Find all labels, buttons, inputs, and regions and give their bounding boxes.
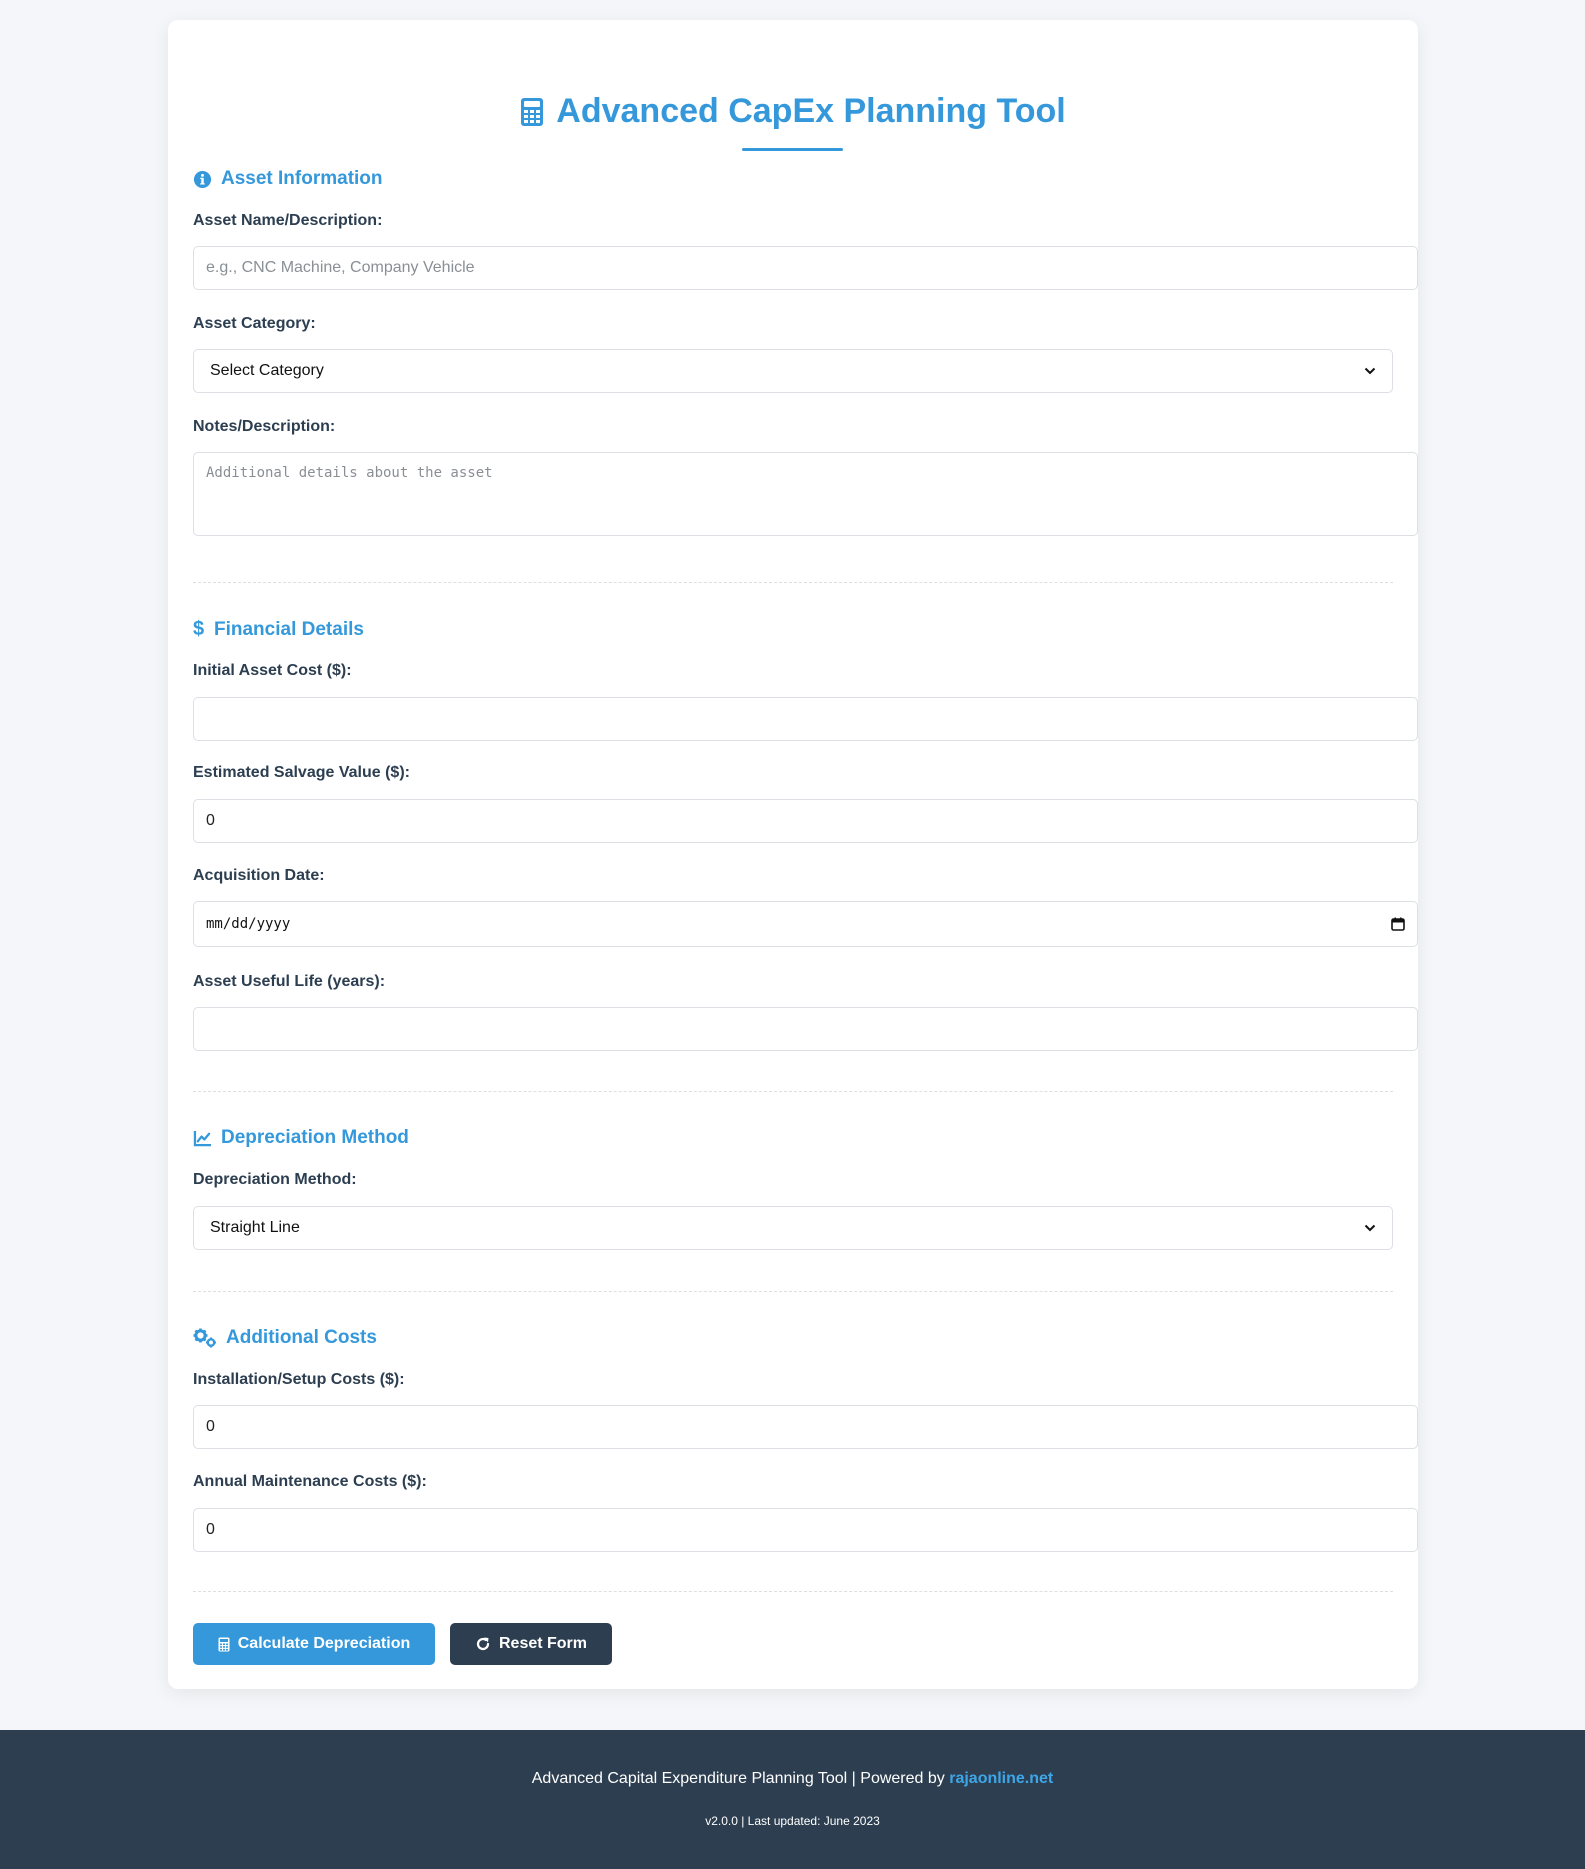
- reset-button-label: Reset Form: [498, 1635, 588, 1652]
- info-circle-icon: [193, 170, 212, 189]
- chevron-down-icon: [1364, 367, 1376, 375]
- asset-category-select[interactable]: Select Category: [193, 349, 1393, 393]
- form-card: Advanced CapEx Planning Tool Asset Infor…: [168, 20, 1418, 1689]
- maintenance-costs-input[interactable]: 0: [193, 1508, 1418, 1552]
- acquisition-date-input[interactable]: mm/dd/yyyy: [193, 901, 1418, 947]
- installation-costs-label: Installation/Setup Costs ($):: [193, 1371, 405, 1388]
- chart-line-icon: [193, 1130, 212, 1147]
- section-divider: [193, 582, 1393, 583]
- notes-textarea[interactable]: Additional details about the asset: [193, 452, 1418, 536]
- section-divider: [193, 1291, 1393, 1292]
- calendar-icon[interactable]: [1391, 917, 1405, 931]
- section-financial-details: $ Financial Details: [193, 618, 364, 641]
- salvage-value-input[interactable]: 0: [193, 799, 1418, 843]
- chevron-down-icon: [1364, 1224, 1376, 1232]
- section-title: Financial Details: [214, 618, 364, 640]
- section-title: Asset Information: [221, 168, 383, 189]
- depreciation-method-select[interactable]: Straight Line: [193, 1206, 1393, 1250]
- asset-name-label: Asset Name/Description:: [193, 212, 383, 229]
- initial-cost-input[interactable]: [193, 697, 1418, 741]
- calculator-icon: [520, 97, 544, 127]
- title-underline: [742, 148, 843, 151]
- reset-form-button[interactable]: Reset Form: [450, 1623, 612, 1665]
- section-asset-information: Asset Information: [193, 168, 383, 190]
- salvage-value-label: Estimated Salvage Value ($):: [193, 764, 410, 781]
- footer-credit-text: Advanced Capital Expenditure Planning To…: [531, 1770, 950, 1787]
- cogs-icon: [193, 1328, 217, 1348]
- initial-cost-label: Initial Asset Cost ($):: [193, 662, 352, 679]
- dollar-icon: $: [193, 618, 205, 640]
- maintenance-costs-label: Annual Maintenance Costs ($):: [193, 1473, 427, 1490]
- footer-link[interactable]: rajaonline.net: [949, 1770, 1053, 1787]
- section-depreciation-method: Depreciation Method: [193, 1127, 409, 1149]
- section-title: Additional Costs: [226, 1327, 377, 1348]
- useful-life-label: Asset Useful Life (years):: [193, 973, 386, 990]
- footer: Advanced Capital Expenditure Planning To…: [0, 1730, 1585, 1869]
- useful-life-input[interactable]: [193, 1007, 1418, 1051]
- asset-category-value: Select Category: [210, 362, 324, 379]
- section-title: Depreciation Method: [221, 1127, 409, 1148]
- footer-version: v2.0.0 | Last updated: June 2023: [705, 1814, 880, 1828]
- acquisition-date-value: mm/dd/yyyy: [206, 916, 291, 932]
- asset-category-label: Asset Category:: [193, 315, 316, 332]
- page-title-text: Advanced CapEx Planning Tool: [556, 92, 1066, 130]
- calculator-icon: [218, 1637, 230, 1652]
- calculate-depreciation-button[interactable]: Calculate Depreciation: [193, 1623, 435, 1665]
- redo-icon: [475, 1636, 491, 1652]
- depreciation-method-label: Depreciation Method:: [193, 1171, 357, 1188]
- asset-name-input[interactable]: e.g., CNC Machine, Company Vehicle: [193, 246, 1418, 290]
- footer-credit: Advanced Capital Expenditure Planning To…: [0, 1770, 1585, 1788]
- section-divider: [193, 1091, 1393, 1092]
- section-divider: [193, 1591, 1393, 1592]
- installation-costs-input[interactable]: 0: [193, 1405, 1418, 1449]
- notes-label: Notes/Description:: [193, 418, 336, 435]
- acquisition-date-label: Acquisition Date:: [193, 867, 325, 884]
- calculate-button-label: Calculate Depreciation: [237, 1635, 411, 1652]
- section-additional-costs: Additional Costs: [193, 1327, 377, 1349]
- depreciation-method-value: Straight Line: [210, 1219, 300, 1236]
- page-title: Advanced CapEx Planning Tool: [168, 92, 1418, 131]
